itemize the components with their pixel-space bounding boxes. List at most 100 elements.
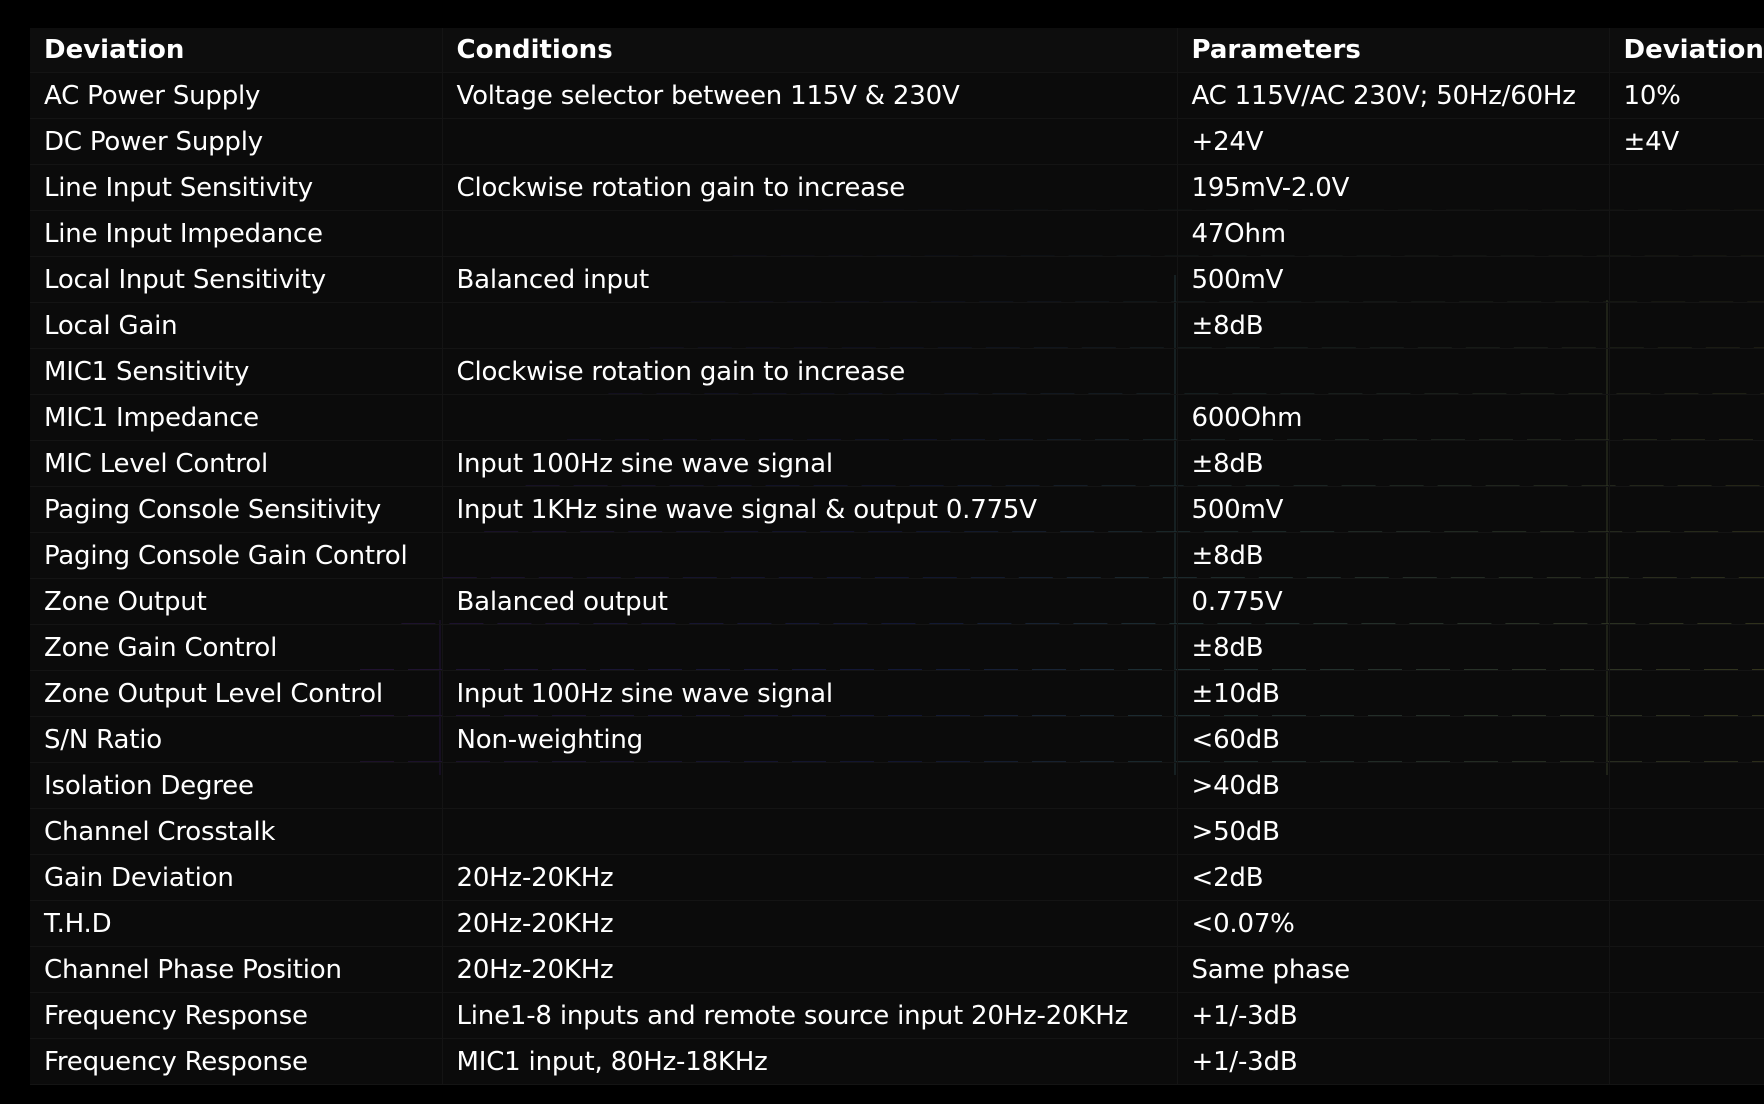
conditions-cell bbox=[441, 302, 1177, 349]
parameters-cell: 600Ohm bbox=[1176, 394, 1609, 441]
conditions-cell bbox=[441, 624, 1177, 671]
deviation-cell bbox=[1608, 900, 1764, 947]
item-cell: S/N Ratio bbox=[30, 716, 442, 763]
parameters-cell: <60dB bbox=[1176, 716, 1609, 763]
table-row: Zone Gain Control ±8dB bbox=[30, 624, 1764, 671]
table-row: Line Input Sensitivity Clockwise rotation… bbox=[30, 164, 1764, 211]
parameters-cell: <0.07% bbox=[1176, 900, 1609, 947]
table-row: S/N Ratio Non-weighting <60dB bbox=[30, 716, 1764, 763]
parameters-cell: 0.775V bbox=[1176, 578, 1609, 625]
deviation-cell bbox=[1608, 854, 1764, 901]
conditions-cell: Clockwise rotation gain to increase bbox=[441, 164, 1177, 211]
deviation-cell bbox=[1608, 992, 1764, 1039]
specification-table: Deviation Conditions Parameters Deviatio… bbox=[30, 28, 1764, 1085]
conditions-cell: MIC1 input, 80Hz-18KHz bbox=[441, 1038, 1177, 1085]
table-row: Channel Crosstalk >50dB bbox=[30, 808, 1764, 855]
deviation-cell bbox=[1608, 440, 1764, 487]
item-cell: Paging Console Sensitivity bbox=[30, 486, 442, 533]
parameters-cell: ±10dB bbox=[1176, 670, 1609, 717]
conditions-cell bbox=[441, 808, 1177, 855]
table-row: Channel Phase Position 20Hz-20KHz Same pha… bbox=[30, 946, 1764, 993]
deviation-cell bbox=[1608, 164, 1764, 211]
table-row: Isolation Degree >40dB bbox=[30, 762, 1764, 809]
conditions-cell: 20Hz-20KHz bbox=[441, 854, 1177, 901]
parameters-cell: ±8dB bbox=[1176, 624, 1609, 671]
header-deviation: Deviation bbox=[30, 28, 442, 73]
table-row: MIC Level Control Input 100Hz sine wave s… bbox=[30, 440, 1764, 487]
table-body: AC Power Supply Voltage selector between … bbox=[30, 72, 1764, 1085]
item-cell: MIC Level Control bbox=[30, 440, 442, 487]
conditions-cell: Input 100Hz sine wave signal bbox=[441, 670, 1177, 717]
header-parameters: Parameters bbox=[1176, 28, 1609, 73]
item-cell: Channel Crosstalk bbox=[30, 808, 442, 855]
deviation-cell bbox=[1608, 578, 1764, 625]
item-cell: Local Gain bbox=[30, 302, 442, 349]
table-row: Zone Output Level Control Input 100Hz sin… bbox=[30, 670, 1764, 717]
conditions-cell: Input 1KHz sine wave signal & output 0.7… bbox=[441, 486, 1177, 533]
deviation-cell bbox=[1608, 532, 1764, 579]
item-cell: Zone Output bbox=[30, 578, 442, 625]
table-header: Deviation Conditions Parameters Deviatio… bbox=[30, 28, 1764, 73]
conditions-cell bbox=[441, 762, 1177, 809]
item-cell: Local Input Sensitivity bbox=[30, 256, 442, 303]
parameters-cell: ±8dB bbox=[1176, 532, 1609, 579]
table-row: Zone Output Balanced output 0.775V bbox=[30, 578, 1764, 625]
conditions-cell: Input 100Hz sine wave signal bbox=[441, 440, 1177, 487]
table-row: Frequency Response Line1-8 inputs and rem… bbox=[30, 992, 1764, 1039]
parameters-cell: +1/-3dB bbox=[1176, 992, 1609, 1039]
header-row: Deviation Conditions Parameters Deviatio… bbox=[30, 28, 1764, 73]
deviation-cell bbox=[1608, 210, 1764, 257]
item-cell: Channel Phase Position bbox=[30, 946, 442, 993]
parameters-cell: ±8dB bbox=[1176, 302, 1609, 349]
table-row: MIC1 Impedance 600Ohm bbox=[30, 394, 1764, 441]
conditions-cell: Balanced input bbox=[441, 256, 1177, 303]
deviation-cell bbox=[1608, 348, 1764, 395]
parameters-cell: 500mV bbox=[1176, 256, 1609, 303]
parameters-cell: >40dB bbox=[1176, 762, 1609, 809]
header-conditions: Conditions bbox=[441, 28, 1177, 73]
deviation-cell bbox=[1608, 808, 1764, 855]
deviation-cell: 10% bbox=[1608, 72, 1764, 119]
header-deviation-value: Deviation bbox=[1608, 28, 1764, 73]
table-row: Local Gain ±8dB bbox=[30, 302, 1764, 349]
deviation-cell bbox=[1608, 716, 1764, 763]
parameters-cell: 195mV-2.0V bbox=[1176, 164, 1609, 211]
deviation-cell bbox=[1608, 946, 1764, 993]
conditions-cell: Line1-8 inputs and remote source input 2… bbox=[441, 992, 1177, 1039]
conditions-cell bbox=[441, 210, 1177, 257]
deviation-cell bbox=[1608, 1038, 1764, 1085]
parameters-cell: >50dB bbox=[1176, 808, 1609, 855]
item-cell: Gain Deviation bbox=[30, 854, 442, 901]
item-cell: Frequency Response bbox=[30, 992, 442, 1039]
parameters-cell: 47Ohm bbox=[1176, 210, 1609, 257]
conditions-cell: Voltage selector between 115V & 230V bbox=[441, 72, 1177, 119]
table-row: MIC1 Sensitivity Clockwise rotation gain … bbox=[30, 348, 1764, 395]
parameters-cell: Same phase bbox=[1176, 946, 1609, 993]
conditions-cell: Balanced output bbox=[441, 578, 1177, 625]
table-row: Local Input Sensitivity Balanced input 500… bbox=[30, 256, 1764, 303]
deviation-cell bbox=[1608, 762, 1764, 809]
table-row: Frequency Response MIC1 input, 80Hz-18KHz… bbox=[30, 1038, 1764, 1085]
parameters-cell: +24V bbox=[1176, 118, 1609, 165]
parameters-cell: ±8dB bbox=[1176, 440, 1609, 487]
table-row: Paging Console Sensitivity Input 1KHz sin… bbox=[30, 486, 1764, 533]
conditions-cell: Clockwise rotation gain to increase bbox=[441, 348, 1177, 395]
item-cell: Frequency Response bbox=[30, 1038, 442, 1085]
conditions-cell bbox=[441, 532, 1177, 579]
conditions-cell bbox=[441, 118, 1177, 165]
table-row: T.H.D 20Hz-20KHz <0.07% bbox=[30, 900, 1764, 947]
conditions-cell: Non-weighting bbox=[441, 716, 1177, 763]
item-cell: Zone Output Level Control bbox=[30, 670, 442, 717]
deviation-cell bbox=[1608, 486, 1764, 533]
conditions-cell: 20Hz-20KHz bbox=[441, 946, 1177, 993]
deviation-cell bbox=[1608, 394, 1764, 441]
item-cell: Paging Console Gain Control bbox=[30, 532, 442, 579]
parameters-cell bbox=[1176, 348, 1609, 395]
parameters-cell: AC 115V/AC 230V; 50Hz/60Hz bbox=[1176, 72, 1609, 119]
table-row: Gain Deviation 20Hz-20KHz <2dB bbox=[30, 854, 1764, 901]
item-cell: MIC1 Sensitivity bbox=[30, 348, 442, 395]
item-cell: Line Input Sensitivity bbox=[30, 164, 442, 211]
item-cell: Line Input Impedance bbox=[30, 210, 442, 257]
deviation-cell bbox=[1608, 624, 1764, 671]
parameters-cell: 500mV bbox=[1176, 486, 1609, 533]
